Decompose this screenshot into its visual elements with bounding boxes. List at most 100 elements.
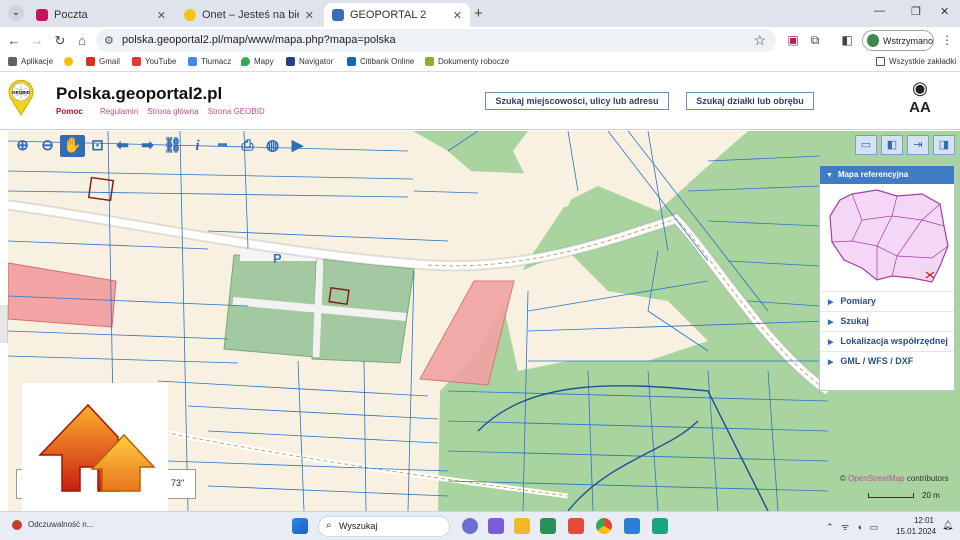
weather-text: Odczuwalność n... — [28, 520, 94, 530]
previous-view-icon[interactable]: ⬅ — [110, 135, 135, 157]
site-info-icon[interactable]: ⚙ — [104, 34, 114, 47]
export-icon[interactable]: ⇥ — [907, 135, 929, 155]
new-tab-button[interactable]: + — [474, 5, 483, 22]
bookmark-youtube[interactable]: YouTube — [132, 57, 176, 66]
paint-icon[interactable] — [568, 518, 584, 534]
collapse-arrow-icon: ▼ — [826, 172, 833, 179]
zoom-in-icon[interactable]: ⊕ — [10, 135, 35, 157]
store-icon[interactable] — [540, 518, 556, 534]
bookmark-star-icon[interactable]: ☆ — [753, 32, 766, 49]
font-size-button[interactable]: AA — [905, 99, 935, 116]
all-bookmarks[interactable]: Wszystkie zakładki — [876, 57, 956, 66]
zoom-box-icon[interactable]: ⊡ — [85, 135, 110, 157]
windows-start-icon[interactable] — [292, 518, 308, 534]
back-icon[interactable]: ← — [6, 33, 22, 48]
tab-strip: ⌄ Poczta ✕ Onet – Jesteś na bieżąco ✕ GE… — [0, 0, 960, 27]
extension-icon[interactable]: ▣ — [786, 33, 800, 47]
home-icon[interactable]: ⌂ — [74, 33, 90, 48]
tab-title: Poczta — [54, 9, 88, 21]
search-address-button[interactable]: Szukaj miejscowości, ulicy lub adresu — [485, 92, 669, 110]
search-parcel-button[interactable]: Szukaj działki lub obrębu — [686, 92, 814, 110]
forward-icon[interactable]: → — [29, 33, 45, 48]
panel-item-export[interactable]: ▶ GML / WFS / DXF — [820, 351, 954, 371]
chrome-icon[interactable] — [596, 518, 612, 534]
address-bar[interactable]: ⚙ polska.geoportal2.pl/map/www/mapa.php?… — [96, 29, 776, 52]
tab-geoportal[interactable]: GEOPORTAL 2 ✕ — [324, 3, 470, 27]
bookmark-gmail[interactable]: Gmail — [86, 57, 120, 66]
panel-item-label: GML / WFS / DXF — [840, 356, 914, 366]
clock[interactable]: 12:01 15.01.2024 — [896, 515, 936, 537]
panel-item-measure[interactable]: ▶ Pomiary — [820, 291, 954, 311]
bookmark-maps[interactable]: Mapy — [241, 57, 274, 66]
close-icon[interactable]: ✕ — [453, 9, 462, 22]
panel-item-coordinates[interactable]: ▶ Lokalizacja współrzędnej — [820, 331, 954, 351]
panel-item-label: Pomiary — [840, 296, 876, 306]
app-icon[interactable] — [652, 518, 668, 534]
bookmark-translate[interactable]: Tłumacz — [188, 57, 231, 66]
info-icon[interactable]: i — [185, 135, 210, 157]
logo-text: GEOBID — [12, 90, 31, 95]
home-link[interactable]: Strona główna — [147, 107, 198, 116]
reference-map[interactable] — [822, 186, 954, 286]
fullscreen-icon[interactable]: ▭ — [855, 135, 877, 155]
camera-icon[interactable]: ▶ — [285, 135, 310, 157]
left-panel-toggle[interactable] — [0, 305, 8, 343]
bookmark-onet[interactable] — [64, 57, 77, 66]
url-text: polska.geoportal2.pl/map/www/mapa.php?ma… — [122, 34, 396, 46]
restore-icon[interactable]: ❐ — [911, 5, 921, 18]
close-icon[interactable]: ✕ — [305, 9, 314, 22]
window-close-icon[interactable]: ✕ — [940, 5, 949, 18]
search-placeholder: Wyszukaj — [339, 521, 378, 531]
mail-icon[interactable] — [624, 518, 640, 534]
bookmark-navigator[interactable]: Navigator — [286, 57, 333, 66]
link-icon[interactable]: ⛓ — [160, 135, 185, 157]
notification-bell-icon[interactable]: 🔔︎ — [942, 520, 953, 531]
taskbar-search[interactable]: ⌕ Wyszukaj — [318, 516, 450, 537]
tab-poczta[interactable]: Poczta ✕ — [28, 3, 174, 27]
geobid-link[interactable]: Strona GEOBID — [208, 107, 265, 116]
weather-widget[interactable]: Odczuwalność n... — [12, 520, 93, 530]
globe-icon[interactable]: ◍ — [260, 135, 285, 157]
park-path — [312, 260, 324, 358]
site-links: Pomoc Regulamin Strona główna Strona GEO… — [56, 107, 272, 116]
file-explorer-icon[interactable] — [514, 518, 530, 534]
terms-link[interactable]: Regulamin — [100, 107, 138, 116]
profile-button[interactable]: Wstrzymano — [862, 30, 934, 51]
copilot-icon[interactable] — [462, 518, 478, 534]
maps-pin-icon — [241, 57, 250, 66]
side-panel-icon[interactable]: ◧ — [840, 33, 854, 47]
teams-icon[interactable] — [488, 518, 504, 534]
help-link[interactable]: Pomoc — [56, 107, 83, 116]
menu-dots-icon[interactable]: ⋮ — [940, 33, 954, 47]
next-view-icon[interactable]: ➡ — [135, 135, 160, 157]
bookmark-label: Mapy — [254, 57, 274, 66]
reload-icon[interactable]: ↻ — [52, 33, 68, 49]
onet-icon — [64, 57, 73, 66]
geobid-logo[interactable]: GEOBID — [4, 77, 38, 117]
reference-map-header[interactable]: ▼ Mapa referencyjna — [820, 166, 954, 184]
tab-title: Onet – Jesteś na bieżąco — [202, 9, 299, 21]
close-icon[interactable]: ✕ — [157, 9, 166, 22]
system-tray[interactable]: ⌃ ᯤ ◖ ▭ — [826, 520, 878, 533]
osm-link[interactable]: OpenStreetMap — [848, 474, 904, 483]
bookmark-apps[interactable]: Aplikacje — [8, 57, 53, 66]
bookmark-label: Wszystkie zakładki — [889, 57, 957, 66]
minimize-icon[interactable]: — — [874, 5, 885, 17]
panel-item-search[interactable]: ▶ Szukaj — [820, 311, 954, 331]
split-view-icon[interactable]: ◧ — [881, 135, 903, 155]
toggle-panel-icon[interactable]: ◨ — [933, 135, 955, 155]
pan-hand-icon[interactable]: ✋ — [60, 135, 85, 157]
windows-taskbar: Odczuwalność n... ⌕ Wyszukaj ⌃ ᯤ ◖ ▭ 12:… — [0, 511, 960, 540]
bookmark-label: Aplikacje — [21, 57, 54, 66]
extensions-puzzle-icon[interactable]: ⧉ — [808, 33, 822, 47]
highlighted-parcel[interactable] — [8, 262, 117, 328]
tab-search-icon[interactable]: ⌄ — [8, 5, 24, 21]
measure-icon[interactable]: ┅ — [210, 135, 235, 157]
print-icon[interactable]: ⎙ — [235, 135, 260, 157]
bookmark-drafts[interactable]: Dokumenty robocze — [425, 57, 509, 66]
eye-icon[interactable]: ◉ — [905, 78, 935, 99]
tab-onet[interactable]: Onet – Jesteś na bieżąco ✕ — [176, 3, 322, 27]
bookmark-citibank[interactable]: Citibank Online — [347, 57, 414, 66]
geoportal-favicon-icon — [332, 9, 344, 21]
zoom-out-icon[interactable]: ⊖ — [35, 135, 60, 157]
